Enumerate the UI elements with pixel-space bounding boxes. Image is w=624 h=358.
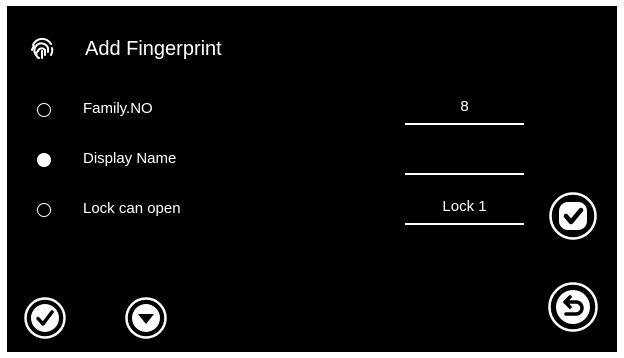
check-square-icon: [549, 192, 597, 240]
radio-family-no[interactable]: [37, 103, 51, 117]
form-row-display-name[interactable]: Display Name: [7, 146, 547, 176]
field-display-name[interactable]: [405, 146, 524, 175]
back-button[interactable]: [547, 281, 599, 333]
next-button[interactable]: [124, 296, 168, 340]
field-family-no[interactable]: 8: [405, 96, 524, 125]
confirm-button[interactable]: [548, 191, 598, 241]
chevron-down-circle-icon: [125, 297, 167, 339]
label-lock-can-open: Lock can open: [83, 200, 181, 217]
ok-button[interactable]: [23, 296, 67, 340]
radio-display-name[interactable]: [37, 153, 51, 167]
header: Add Fingerprint: [29, 32, 222, 66]
label-family-no: Family.NO: [83, 100, 153, 117]
form-row-family-no[interactable]: Family.NO 8: [7, 96, 547, 126]
back-arrow-circle-icon: [548, 282, 598, 332]
label-display-name: Display Name: [83, 150, 177, 167]
form-row-lock-can-open[interactable]: Lock can open Lock 1: [7, 196, 547, 226]
device-screen: Add Fingerprint Family.NO 8 Display Name…: [7, 6, 617, 352]
page-title: Add Fingerprint: [85, 37, 222, 60]
field-lock-can-open[interactable]: Lock 1: [405, 196, 524, 225]
radio-lock-can-open[interactable]: [37, 203, 51, 217]
check-circle-icon: [24, 297, 66, 339]
fingerprint-icon: [31, 37, 54, 59]
